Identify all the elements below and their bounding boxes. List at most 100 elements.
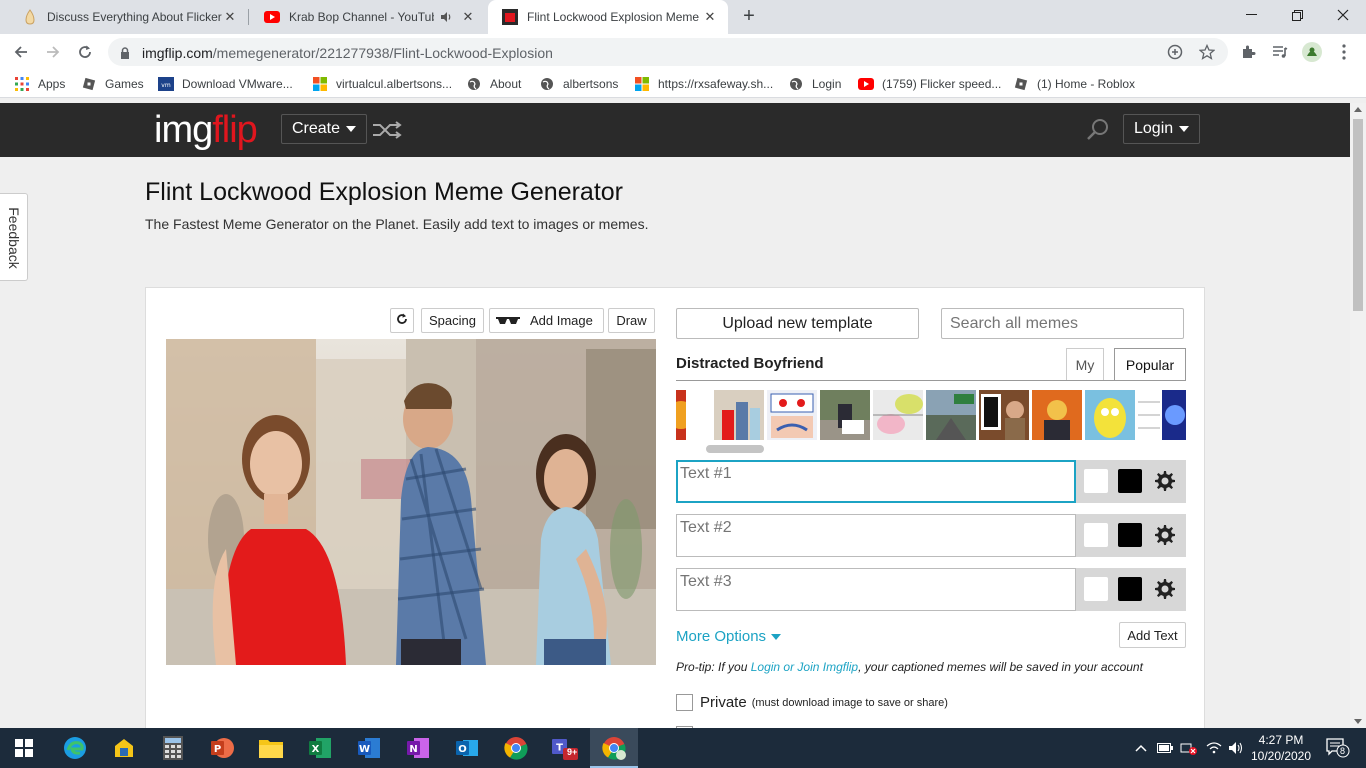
login-menu-button[interactable]: Login — [1123, 114, 1201, 144]
battery-icon[interactable] — [1156, 738, 1174, 758]
draw-button[interactable]: Draw — [608, 308, 655, 333]
reload-icon[interactable] — [72, 39, 98, 65]
scrollbar-thumb[interactable] — [1353, 119, 1363, 311]
gear-icon[interactable] — [1154, 524, 1176, 551]
bookmark-games[interactable]: Games — [81, 75, 144, 93]
close-tab-icon[interactable]: ✕ — [222, 9, 238, 25]
address-bar[interactable]: imgflip.com/memegenerator/221277938/Flin… — [108, 38, 1228, 66]
template-thumbnail[interactable] — [767, 390, 817, 440]
bookmark-about[interactable]: About — [466, 75, 521, 93]
reset-button[interactable] — [390, 308, 414, 333]
network-offline-icon[interactable] — [1180, 738, 1198, 758]
bookmark-flicker-speed[interactable]: (1759) Flicker speed... — [858, 75, 1001, 93]
edge-icon[interactable] — [60, 733, 90, 763]
scroll-up-icon[interactable] — [1354, 107, 1362, 112]
bookmark-star-icon[interactable] — [1198, 43, 1216, 61]
search-memes-input[interactable]: Search all memes — [941, 308, 1184, 339]
shuffle-icon[interactable] — [372, 120, 402, 145]
thumbnail-scrollbar[interactable] — [706, 445, 764, 453]
search-icon[interactable] — [1086, 117, 1110, 146]
outline-color-swatch[interactable] — [1084, 577, 1108, 601]
text-color-swatch[interactable] — [1118, 523, 1142, 547]
text-color-swatch[interactable] — [1118, 577, 1142, 601]
calculator-icon[interactable] — [158, 733, 188, 763]
outlook-icon[interactable]: O — [452, 733, 482, 763]
page-scrollbar[interactable] — [1350, 103, 1366, 728]
globe-icon — [466, 76, 482, 92]
imgflip-favicon-icon — [502, 9, 518, 25]
template-thumbnail[interactable] — [820, 390, 870, 440]
text-color-swatch[interactable] — [1118, 469, 1142, 493]
gear-icon[interactable] — [1154, 578, 1176, 605]
wifi-icon[interactable] — [1205, 738, 1223, 758]
more-options-link[interactable]: More Options — [676, 628, 782, 645]
restore-window-icon[interactable] — [1274, 0, 1320, 30]
notification-center-icon[interactable]: 8 — [1326, 738, 1350, 763]
powerpoint-icon[interactable]: P — [207, 733, 237, 763]
outline-color-swatch[interactable] — [1084, 523, 1108, 547]
minimize-window-icon[interactable] — [1228, 0, 1274, 30]
bookmark-virtualcul[interactable]: virtualcul.albertsons... — [312, 75, 452, 93]
profile-avatar-icon[interactable] — [1302, 42, 1322, 62]
teams-icon[interactable]: T 9+ — [550, 733, 580, 763]
gear-icon[interactable] — [1154, 470, 1176, 497]
extensions-puzzle-icon[interactable] — [1238, 42, 1258, 62]
template-thumbnail[interactable] — [873, 390, 923, 440]
windows-start-icon[interactable] — [9, 733, 39, 763]
security-lock-icon[interactable] — [109, 733, 139, 763]
upload-template-button[interactable]: Upload new template — [676, 308, 919, 339]
add-image-button[interactable]: Add Image — [489, 308, 604, 333]
chrome-profile-icon[interactable] — [599, 733, 629, 763]
add-shortcut-icon[interactable] — [1166, 43, 1184, 61]
template-thumbnail[interactable] — [714, 390, 764, 440]
tab-my[interactable]: My — [1066, 348, 1104, 380]
template-thumbnail[interactable] — [1032, 390, 1082, 440]
show-hidden-icons-icon[interactable] — [1132, 738, 1150, 758]
close-tab-icon[interactable]: ✕ — [702, 9, 718, 25]
audio-playing-icon[interactable] — [438, 9, 454, 25]
onenote-icon[interactable]: N — [403, 733, 433, 763]
lock-icon[interactable] — [120, 46, 130, 64]
forward-arrow-icon[interactable] — [40, 39, 66, 65]
text-input-3[interactable]: Text #3 — [676, 568, 1076, 611]
meme-preview-image[interactable] — [166, 339, 656, 665]
template-thumbnail[interactable] — [1138, 390, 1186, 440]
add-text-button[interactable]: Add Text — [1119, 622, 1186, 648]
login-join-link[interactable]: Login or Join Imgflip — [751, 660, 858, 674]
media-queue-icon[interactable] — [1270, 42, 1290, 62]
text-input-1[interactable]: Text #1 — [676, 460, 1076, 503]
file-explorer-icon[interactable] — [256, 733, 286, 763]
feedback-tab[interactable]: Feedback — [0, 193, 28, 281]
scroll-down-icon[interactable] — [1354, 719, 1362, 724]
browser-tab-youtube[interactable]: Krab Bop Channel - YouTube ✕ — [250, 0, 486, 34]
private-checkbox[interactable] — [676, 694, 693, 711]
bookmark-rxsafeway[interactable]: https://rxsafeway.sh... — [634, 75, 773, 93]
back-arrow-icon[interactable] — [8, 39, 34, 65]
volume-icon[interactable] — [1227, 738, 1245, 758]
template-thumbnail[interactable] — [979, 390, 1029, 440]
template-thumbnail[interactable] — [926, 390, 976, 440]
spacing-button[interactable]: Spacing — [421, 308, 484, 333]
new-tab-button[interactable]: + — [738, 6, 760, 28]
close-tab-icon[interactable]: ✕ — [460, 9, 476, 25]
outline-color-swatch[interactable] — [1084, 469, 1108, 493]
chrome-menu-icon[interactable] — [1334, 42, 1354, 62]
close-window-icon[interactable] — [1320, 0, 1366, 30]
chrome-icon[interactable] — [501, 733, 531, 763]
create-menu-button[interactable]: Create — [281, 114, 368, 144]
system-clock[interactable]: 4:27 PM 10/20/2020 — [1248, 732, 1314, 764]
template-thumbnail[interactable] — [1085, 390, 1135, 440]
bookmark-albertsons[interactable]: albertsons — [539, 75, 618, 93]
bookmark-login[interactable]: Login — [788, 75, 841, 93]
tab-popular[interactable]: Popular — [1114, 348, 1186, 380]
template-thumbnail[interactable] — [676, 390, 686, 440]
browser-tab-imgflip[interactable]: Flint Lockwood Explosion Meme ✕ — [488, 0, 728, 34]
bookmark-apps[interactable]: Apps — [14, 75, 65, 93]
imgflip-logo[interactable]: imgflip — [154, 109, 258, 152]
word-icon[interactable]: W — [354, 733, 384, 763]
bookmark-roblox-home[interactable]: (1) Home - Roblox — [1013, 75, 1135, 93]
excel-icon[interactable]: X — [305, 733, 335, 763]
browser-tab-flicker[interactable]: Discuss Everything About Flicker ✕ — [8, 0, 248, 34]
text-input-2[interactable]: Text #2 — [676, 514, 1076, 557]
bookmark-vmware[interactable]: vm Download VMware... — [158, 75, 293, 93]
